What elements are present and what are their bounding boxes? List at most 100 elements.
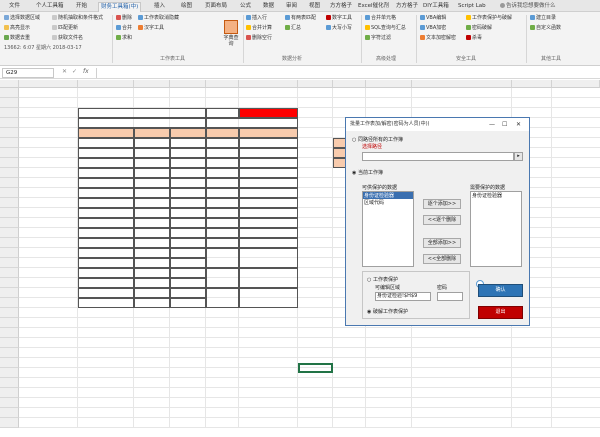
rb-merge-calc[interactable]: 合并计算 bbox=[246, 25, 272, 32]
column-header[interactable] bbox=[298, 80, 333, 88]
table-cell[interactable] bbox=[206, 168, 239, 178]
table-cell[interactable] bbox=[78, 188, 134, 198]
table-cell[interactable] bbox=[206, 208, 239, 218]
row-header[interactable] bbox=[0, 88, 19, 98]
column-header[interactable] bbox=[19, 80, 78, 88]
path-input[interactable] bbox=[362, 152, 514, 161]
rb-insert-row[interactable]: 插入行 bbox=[246, 15, 267, 22]
column-header[interactable] bbox=[333, 80, 366, 88]
table-cell[interactable] bbox=[206, 198, 239, 208]
table-cell[interactable] bbox=[170, 178, 206, 188]
table-cell[interactable] bbox=[134, 188, 170, 198]
rb-dict-query[interactable]: 字典查询 bbox=[222, 20, 240, 47]
row-header[interactable] bbox=[0, 188, 19, 198]
rb-case[interactable]: 大写小写 bbox=[326, 25, 352, 32]
browse-button[interactable]: ▸ bbox=[514, 152, 523, 161]
list-item[interactable]: 身份证检验器 bbox=[471, 192, 521, 199]
protect-area-input[interactable]: 身份证检验!$H$9 bbox=[375, 292, 431, 301]
table-cell[interactable] bbox=[170, 218, 206, 228]
table-cell[interactable] bbox=[134, 228, 170, 238]
row-header[interactable] bbox=[0, 398, 19, 408]
table-header-cell[interactable] bbox=[206, 128, 239, 138]
row-header[interactable] bbox=[0, 358, 19, 368]
row-header[interactable] bbox=[0, 158, 19, 168]
table-cell[interactable] bbox=[134, 258, 170, 268]
row-header[interactable] bbox=[0, 328, 19, 338]
option-current-workbook[interactable]: ◉ 当前工作簿 bbox=[352, 169, 383, 176]
rb-vba-encrypt[interactable]: VBA加密 bbox=[420, 25, 446, 32]
cancel-icon[interactable]: ✕ bbox=[62, 68, 67, 75]
table-cell[interactable] bbox=[206, 218, 239, 228]
exists-value-cell[interactable] bbox=[239, 108, 298, 118]
row-header[interactable] bbox=[0, 348, 19, 358]
note-label-cell[interactable] bbox=[206, 288, 239, 308]
row-header[interactable] bbox=[0, 368, 19, 378]
table-cell[interactable] bbox=[78, 248, 134, 258]
rb-custom-function[interactable]: 自定义函数 bbox=[530, 25, 561, 32]
table-cell[interactable] bbox=[78, 198, 134, 208]
table-cell[interactable] bbox=[206, 238, 239, 248]
select-all-corner[interactable] bbox=[0, 80, 19, 88]
table-cell[interactable] bbox=[134, 298, 170, 308]
rb-sheet-protect[interactable]: 工作表保护与破解 bbox=[466, 15, 512, 22]
add-one-button[interactable]: 逐个添加>> bbox=[423, 199, 461, 209]
table-cell[interactable] bbox=[134, 278, 170, 288]
row-header[interactable] bbox=[0, 418, 19, 428]
table-cell[interactable] bbox=[239, 188, 298, 198]
column-header[interactable] bbox=[239, 80, 298, 88]
table-cell[interactable] bbox=[239, 208, 298, 218]
check-icon[interactable]: ✓ bbox=[72, 68, 77, 75]
table-cell[interactable] bbox=[170, 228, 206, 238]
table-cell[interactable] bbox=[134, 268, 170, 278]
table-cell[interactable] bbox=[78, 288, 134, 298]
exists-label-cell[interactable] bbox=[206, 108, 239, 118]
rb-match-update[interactable]: 匹配更新 bbox=[52, 25, 78, 32]
maximize-icon[interactable]: ☐ bbox=[502, 118, 507, 131]
table-cell[interactable] bbox=[134, 288, 170, 298]
column-header[interactable] bbox=[134, 80, 170, 88]
table-cell[interactable] bbox=[78, 258, 134, 268]
table-cell[interactable] bbox=[78, 268, 134, 278]
table-cell[interactable] bbox=[170, 138, 206, 148]
rb-merge[interactable]: 合并 bbox=[116, 25, 132, 32]
table-header-cell[interactable] bbox=[170, 128, 206, 138]
table-cell[interactable] bbox=[78, 158, 134, 168]
row-header[interactable] bbox=[0, 278, 19, 288]
table-cell[interactable] bbox=[239, 238, 298, 248]
remove-one-button[interactable]: <<逐个删除 bbox=[423, 215, 461, 225]
rb-text-encrypt[interactable]: 文本加密解密 bbox=[420, 35, 456, 42]
column-header[interactable] bbox=[170, 80, 206, 88]
tab-fangfangezi-2[interactable]: 方方格子 bbox=[396, 2, 418, 12]
tab-file[interactable]: 文件 bbox=[9, 2, 20, 12]
table-cell[interactable] bbox=[134, 158, 170, 168]
rb-get-filename[interactable]: 获取文件名 bbox=[52, 35, 83, 42]
selected-cell[interactable] bbox=[298, 363, 333, 373]
rb-sum[interactable]: 求和 bbox=[116, 35, 132, 42]
rb-number-tools[interactable]: 数字工具 bbox=[326, 15, 352, 22]
check-table-cell[interactable] bbox=[206, 118, 298, 128]
cancel-button[interactable]: 退出 bbox=[478, 306, 523, 319]
row-header[interactable] bbox=[0, 218, 19, 228]
remove-all-button[interactable]: <<全部删除 bbox=[423, 254, 461, 264]
table-cell[interactable] bbox=[239, 168, 298, 178]
note-value-cell[interactable] bbox=[239, 248, 298, 268]
table-header-cell[interactable] bbox=[78, 128, 134, 138]
table-cell[interactable] bbox=[170, 198, 206, 208]
column-header[interactable] bbox=[366, 80, 412, 88]
close-icon[interactable]: ✕ bbox=[516, 118, 521, 131]
table-cell[interactable] bbox=[134, 148, 170, 158]
rb-random[interactable]: 随机抽取和条件格式 bbox=[52, 15, 103, 22]
table-cell[interactable] bbox=[78, 168, 134, 178]
table-cell[interactable] bbox=[239, 218, 298, 228]
available-list[interactable]: 身份证检验器 区域代码 bbox=[362, 191, 414, 267]
table-cell[interactable] bbox=[170, 268, 206, 278]
row-header[interactable] bbox=[0, 308, 19, 318]
row-header[interactable] bbox=[0, 198, 19, 208]
table-cell[interactable] bbox=[170, 258, 206, 268]
column-header[interactable] bbox=[552, 80, 600, 88]
name-box[interactable]: G29 bbox=[2, 68, 54, 78]
tab-draw[interactable]: 绘图 bbox=[181, 2, 192, 12]
table-cell[interactable] bbox=[134, 238, 170, 248]
column-header[interactable] bbox=[512, 80, 552, 88]
table-cell[interactable] bbox=[239, 228, 298, 238]
